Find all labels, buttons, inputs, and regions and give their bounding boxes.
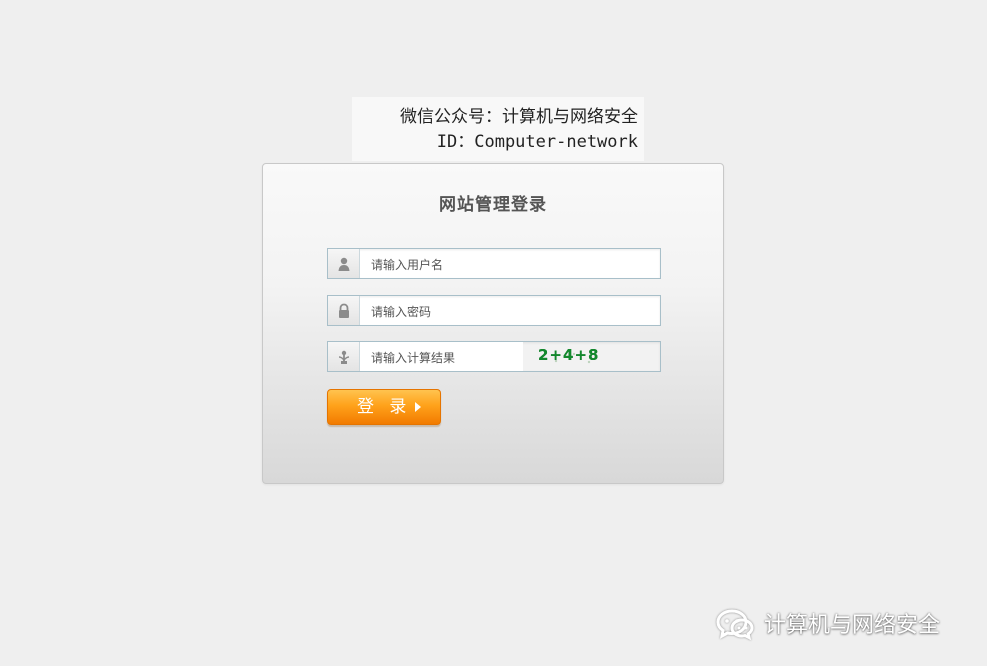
password-placeholder: 请输入密码: [371, 305, 432, 319]
account-info-overlay: 微信公众号：计算机与网络安全 ID：Computer-network: [352, 97, 644, 161]
username-field[interactable]: 请输入用户名: [327, 248, 661, 279]
wechat-icon: [716, 609, 754, 640]
account-id-text: ID：Computer-network: [436, 132, 638, 152]
brand-label: 计算机与网络安全: [764, 613, 941, 638]
captcha-image: 2+4+8: [538, 346, 598, 367]
captcha-placeholder: 请输入计算结果: [371, 351, 456, 365]
wechat-watermark: 计算机与网络安全: [716, 603, 940, 643]
triangle-right-icon: [415, 402, 421, 412]
captcha-icon: [328, 342, 360, 371]
login-panel: 网站管理登录 请输入用户名 请输入密码 请输入计算结果 2+4+8 登 录: [262, 163, 724, 484]
login-page: { "overlay_text": { "line1": "微信公众号：计算机与…: [0, 0, 987, 666]
captcha-field[interactable]: 请输入计算结果 2+4+8: [327, 341, 661, 372]
username-placeholder: 请输入用户名: [371, 258, 444, 272]
user-icon: [328, 249, 360, 278]
login-button[interactable]: 登 录: [327, 389, 441, 425]
account-name-text: 微信公众号：计算机与网络安全: [400, 107, 638, 127]
login-title: 网站管理登录: [439, 195, 547, 215]
password-field[interactable]: 请输入密码: [327, 295, 661, 326]
lock-icon: [328, 296, 360, 325]
login-button-label: 登 录: [357, 397, 412, 417]
